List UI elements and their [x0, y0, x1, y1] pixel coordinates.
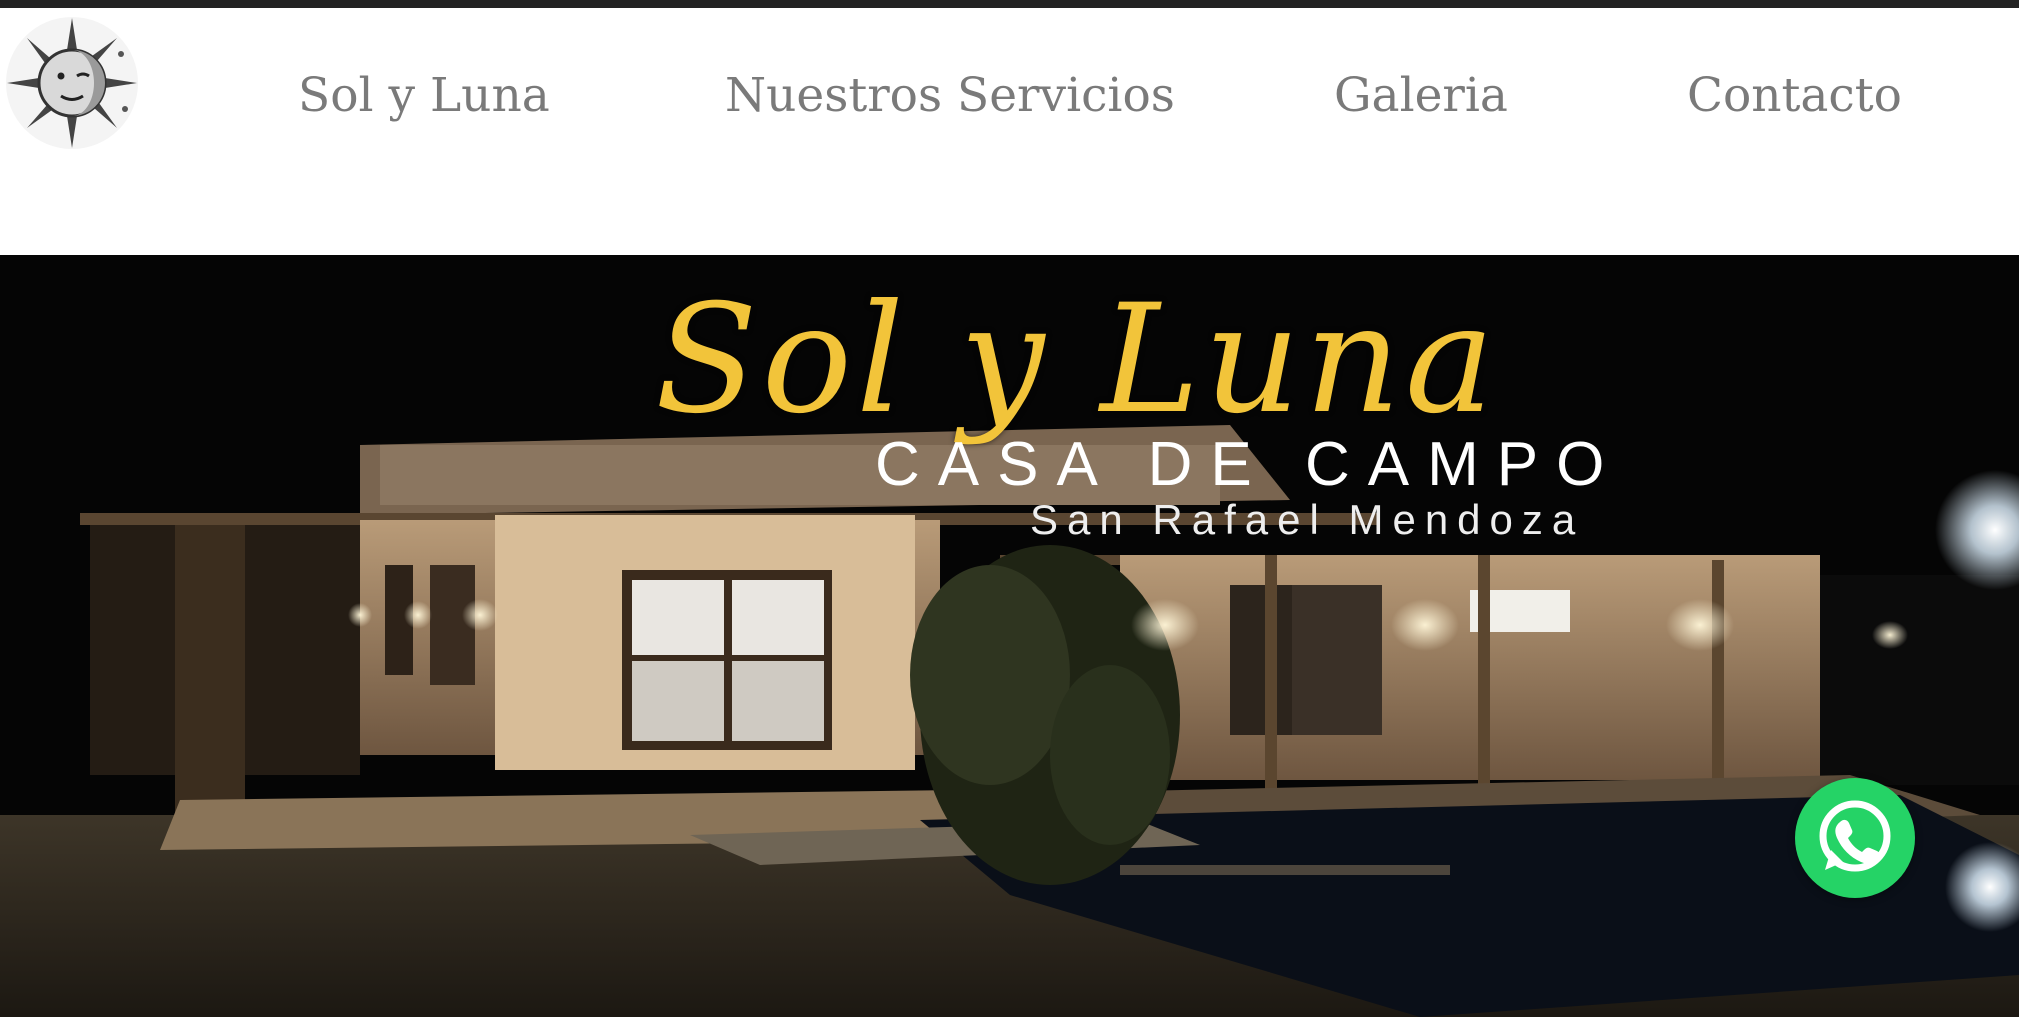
- whatsapp-icon: [1819, 800, 1891, 872]
- hero-location: San Rafael Mendoza: [1030, 496, 1585, 543]
- hero-banner: Sol y Luna CASA DE CAMPO San Rafael Mend…: [0, 255, 2019, 1017]
- nav-link-nuestros-servicios[interactable]: Nuestros Servicios: [725, 56, 1175, 136]
- hero-subtitle: CASA DE CAMPO: [875, 430, 1623, 499]
- nav-link-sol-y-luna[interactable]: Sol y Luna: [298, 56, 550, 136]
- nav-link-galeria[interactable]: Galeria: [1334, 56, 1508, 136]
- nav-link-contacto[interactable]: Contacto: [1687, 56, 1902, 136]
- top-strip: [0, 0, 2019, 8]
- site-header: Sol y Luna Nuestros Servicios Galeria Co…: [0, 8, 2019, 255]
- whatsapp-button[interactable]: [1795, 778, 1915, 898]
- sun-moon-logo-icon[interactable]: [3, 14, 141, 152]
